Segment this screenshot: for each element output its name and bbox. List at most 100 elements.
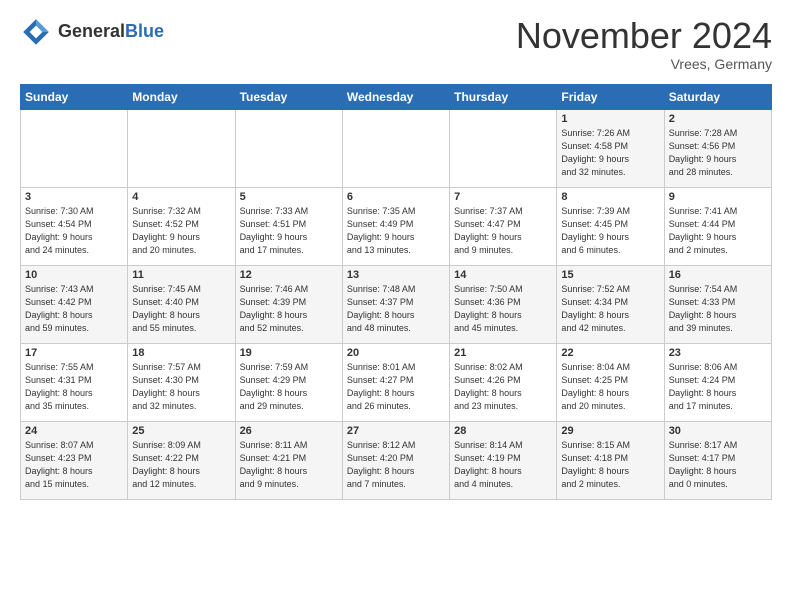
- location: Vrees, Germany: [516, 56, 772, 72]
- day-cell: [450, 109, 557, 187]
- day-number: 14: [454, 269, 552, 281]
- day-number: 2: [669, 113, 767, 125]
- day-info: Sunrise: 8:09 AM Sunset: 4:22 PM Dayligh…: [132, 439, 230, 491]
- day-cell: 10Sunrise: 7:43 AM Sunset: 4:42 PM Dayli…: [21, 265, 128, 343]
- day-number: 21: [454, 347, 552, 359]
- day-cell: 23 Sunrise: 8:06 AM Sunset: 4:24 PM Dayli…: [664, 343, 771, 421]
- day-cell: 9Sunrise: 7:41 AM Sunset: 4:44 PM Daylig…: [664, 187, 771, 265]
- logo-text: GeneralBlue: [58, 22, 164, 42]
- logo-icon: [20, 16, 52, 48]
- day-number: 28: [454, 425, 552, 437]
- week-row-5: 24 Sunrise: 8:07 AM Sunset: 4:23 PM Dayli…: [21, 421, 772, 499]
- day-cell: 28 Sunrise: 8:14 AM Sunset: 4:19 PM Dayli…: [450, 421, 557, 499]
- day-number: 24: [25, 425, 123, 437]
- day-cell: 1Sunrise: 7:26 AM Sunset: 4:58 PM Daylig…: [557, 109, 664, 187]
- day-info: Sunrise: 7:48 AM Sunset: 4:37 PM Dayligh…: [347, 283, 445, 335]
- logo: GeneralBlue: [20, 16, 164, 48]
- day-cell: 21 Sunrise: 8:02 AM Sunset: 4:26 PM Dayli…: [450, 343, 557, 421]
- day-cell: 19 Sunrise: 7:59 AM Sunset: 4:29 PM Dayli…: [235, 343, 342, 421]
- day-cell: [128, 109, 235, 187]
- day-cell: 4Sunrise: 7:32 AM Sunset: 4:52 PM Daylig…: [128, 187, 235, 265]
- logo-general: General: [58, 21, 125, 41]
- day-number: 30: [669, 425, 767, 437]
- week-row-3: 10Sunrise: 7:43 AM Sunset: 4:42 PM Dayli…: [21, 265, 772, 343]
- title-block: November 2024 Vrees, Germany: [516, 16, 772, 72]
- day-info: Sunrise: 8:06 AM Sunset: 4:24 PM Dayligh…: [669, 361, 767, 413]
- day-number: 13: [347, 269, 445, 281]
- day-cell: 13 Sunrise: 7:48 AM Sunset: 4:37 PM Dayli…: [342, 265, 449, 343]
- day-info: Sunrise: 7:35 AM Sunset: 4:49 PM Dayligh…: [347, 205, 445, 257]
- day-cell: 24 Sunrise: 8:07 AM Sunset: 4:23 PM Dayli…: [21, 421, 128, 499]
- day-number: 15: [561, 269, 659, 281]
- day-info: Sunrise: 7:30 AM Sunset: 4:54 PM Dayligh…: [25, 205, 123, 257]
- day-number: 17: [25, 347, 123, 359]
- week-row-1: 1Sunrise: 7:26 AM Sunset: 4:58 PM Daylig…: [21, 109, 772, 187]
- weekday-header-tuesday: Tuesday: [235, 84, 342, 109]
- week-row-4: 17 Sunrise: 7:55 AM Sunset: 4:31 PM Dayli…: [21, 343, 772, 421]
- calendar-header: SundayMondayTuesdayWednesdayThursdayFrid…: [21, 84, 772, 109]
- day-cell: 2Sunrise: 7:28 AM Sunset: 4:56 PM Daylig…: [664, 109, 771, 187]
- day-number: 23: [669, 347, 767, 359]
- day-cell: 3 Sunrise: 7:30 AM Sunset: 4:54 PM Daylig…: [21, 187, 128, 265]
- day-cell: 11 Sunrise: 7:45 AM Sunset: 4:40 PM Dayli…: [128, 265, 235, 343]
- day-info: Sunrise: 8:11 AM Sunset: 4:21 PM Dayligh…: [240, 439, 338, 491]
- day-number: 27: [347, 425, 445, 437]
- day-cell: 22Sunrise: 8:04 AM Sunset: 4:25 PM Dayli…: [557, 343, 664, 421]
- day-cell: 16 Sunrise: 7:54 AM Sunset: 4:33 PM Dayli…: [664, 265, 771, 343]
- day-info: Sunrise: 8:01 AM Sunset: 4:27 PM Dayligh…: [347, 361, 445, 413]
- day-number: 8: [561, 191, 659, 203]
- month-title: November 2024: [516, 16, 772, 56]
- day-cell: 5Sunrise: 7:33 AM Sunset: 4:51 PM Daylig…: [235, 187, 342, 265]
- day-number: 16: [669, 269, 767, 281]
- page: GeneralBlue November 2024 Vrees, Germany…: [0, 0, 792, 510]
- day-cell: 15 Sunrise: 7:52 AM Sunset: 4:34 PM Dayli…: [557, 265, 664, 343]
- day-info: Sunrise: 7:57 AM Sunset: 4:30 PM Dayligh…: [132, 361, 230, 413]
- weekday-header-thursday: Thursday: [450, 84, 557, 109]
- day-cell: 27 Sunrise: 8:12 AM Sunset: 4:20 PM Dayli…: [342, 421, 449, 499]
- day-cell: 25 Sunrise: 8:09 AM Sunset: 4:22 PM Dayli…: [128, 421, 235, 499]
- day-number: 9: [669, 191, 767, 203]
- day-number: 11: [132, 269, 230, 281]
- day-info: Sunrise: 7:50 AM Sunset: 4:36 PM Dayligh…: [454, 283, 552, 335]
- day-info: Sunrise: 8:07 AM Sunset: 4:23 PM Dayligh…: [25, 439, 123, 491]
- day-cell: 20 Sunrise: 8:01 AM Sunset: 4:27 PM Dayli…: [342, 343, 449, 421]
- day-number: 26: [240, 425, 338, 437]
- day-number: 7: [454, 191, 552, 203]
- day-info: Sunrise: 7:55 AM Sunset: 4:31 PM Dayligh…: [25, 361, 123, 413]
- day-cell: 26 Sunrise: 8:11 AM Sunset: 4:21 PM Dayli…: [235, 421, 342, 499]
- day-number: 29: [561, 425, 659, 437]
- day-cell: 30 Sunrise: 8:17 AM Sunset: 4:17 PM Dayli…: [664, 421, 771, 499]
- day-number: 18: [132, 347, 230, 359]
- day-info: Sunrise: 8:12 AM Sunset: 4:20 PM Dayligh…: [347, 439, 445, 491]
- day-number: 10: [25, 269, 123, 281]
- day-number: 20: [347, 347, 445, 359]
- day-info: Sunrise: 7:26 AM Sunset: 4:58 PM Dayligh…: [561, 127, 659, 179]
- day-cell: 29 Sunrise: 8:15 AM Sunset: 4:18 PM Dayli…: [557, 421, 664, 499]
- weekday-header-wednesday: Wednesday: [342, 84, 449, 109]
- day-info: Sunrise: 7:59 AM Sunset: 4:29 PM Dayligh…: [240, 361, 338, 413]
- day-info: Sunrise: 7:45 AM Sunset: 4:40 PM Dayligh…: [132, 283, 230, 335]
- day-info: Sunrise: 7:46 AM Sunset: 4:39 PM Dayligh…: [240, 283, 338, 335]
- day-info: Sunrise: 8:17 AM Sunset: 4:17 PM Dayligh…: [669, 439, 767, 491]
- day-cell: 6Sunrise: 7:35 AM Sunset: 4:49 PM Daylig…: [342, 187, 449, 265]
- day-number: 25: [132, 425, 230, 437]
- calendar-table: SundayMondayTuesdayWednesdayThursdayFrid…: [20, 84, 772, 500]
- day-info: Sunrise: 8:15 AM Sunset: 4:18 PM Dayligh…: [561, 439, 659, 491]
- day-number: 19: [240, 347, 338, 359]
- day-info: Sunrise: 7:54 AM Sunset: 4:33 PM Dayligh…: [669, 283, 767, 335]
- day-info: Sunrise: 8:14 AM Sunset: 4:19 PM Dayligh…: [454, 439, 552, 491]
- day-info: Sunrise: 8:04 AM Sunset: 4:25 PM Dayligh…: [561, 361, 659, 413]
- week-row-2: 3 Sunrise: 7:30 AM Sunset: 4:54 PM Daylig…: [21, 187, 772, 265]
- day-number: 12: [240, 269, 338, 281]
- day-cell: 18 Sunrise: 7:57 AM Sunset: 4:30 PM Dayli…: [128, 343, 235, 421]
- calendar-body: 1Sunrise: 7:26 AM Sunset: 4:58 PM Daylig…: [21, 109, 772, 499]
- day-info: Sunrise: 7:39 AM Sunset: 4:45 PM Dayligh…: [561, 205, 659, 257]
- day-info: Sunrise: 7:33 AM Sunset: 4:51 PM Dayligh…: [240, 205, 338, 257]
- day-cell: 8 Sunrise: 7:39 AM Sunset: 4:45 PM Daylig…: [557, 187, 664, 265]
- day-info: Sunrise: 8:02 AM Sunset: 4:26 PM Dayligh…: [454, 361, 552, 413]
- day-cell: 14 Sunrise: 7:50 AM Sunset: 4:36 PM Dayli…: [450, 265, 557, 343]
- day-number: 3: [25, 191, 123, 203]
- day-cell: [342, 109, 449, 187]
- day-info: Sunrise: 7:52 AM Sunset: 4:34 PM Dayligh…: [561, 283, 659, 335]
- day-cell: [21, 109, 128, 187]
